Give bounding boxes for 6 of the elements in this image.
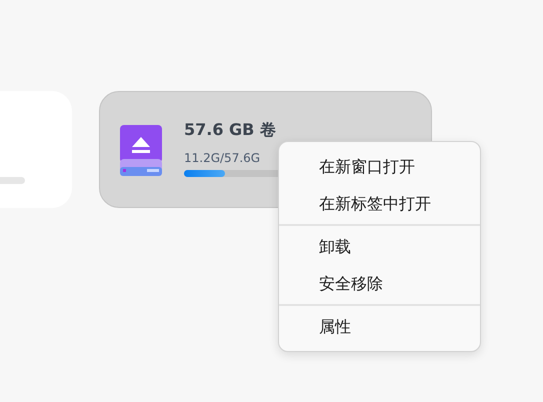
menu-item[interactable]: 属性	[279, 308, 480, 345]
drive-name: 57.6 GB 卷	[184, 120, 277, 141]
drive-icon	[120, 125, 162, 177]
menu-item[interactable]: 卸载	[279, 228, 480, 265]
usage-text: 11.2G/57.6G	[184, 151, 262, 165]
menu-item[interactable]: 安全移除	[279, 265, 480, 302]
